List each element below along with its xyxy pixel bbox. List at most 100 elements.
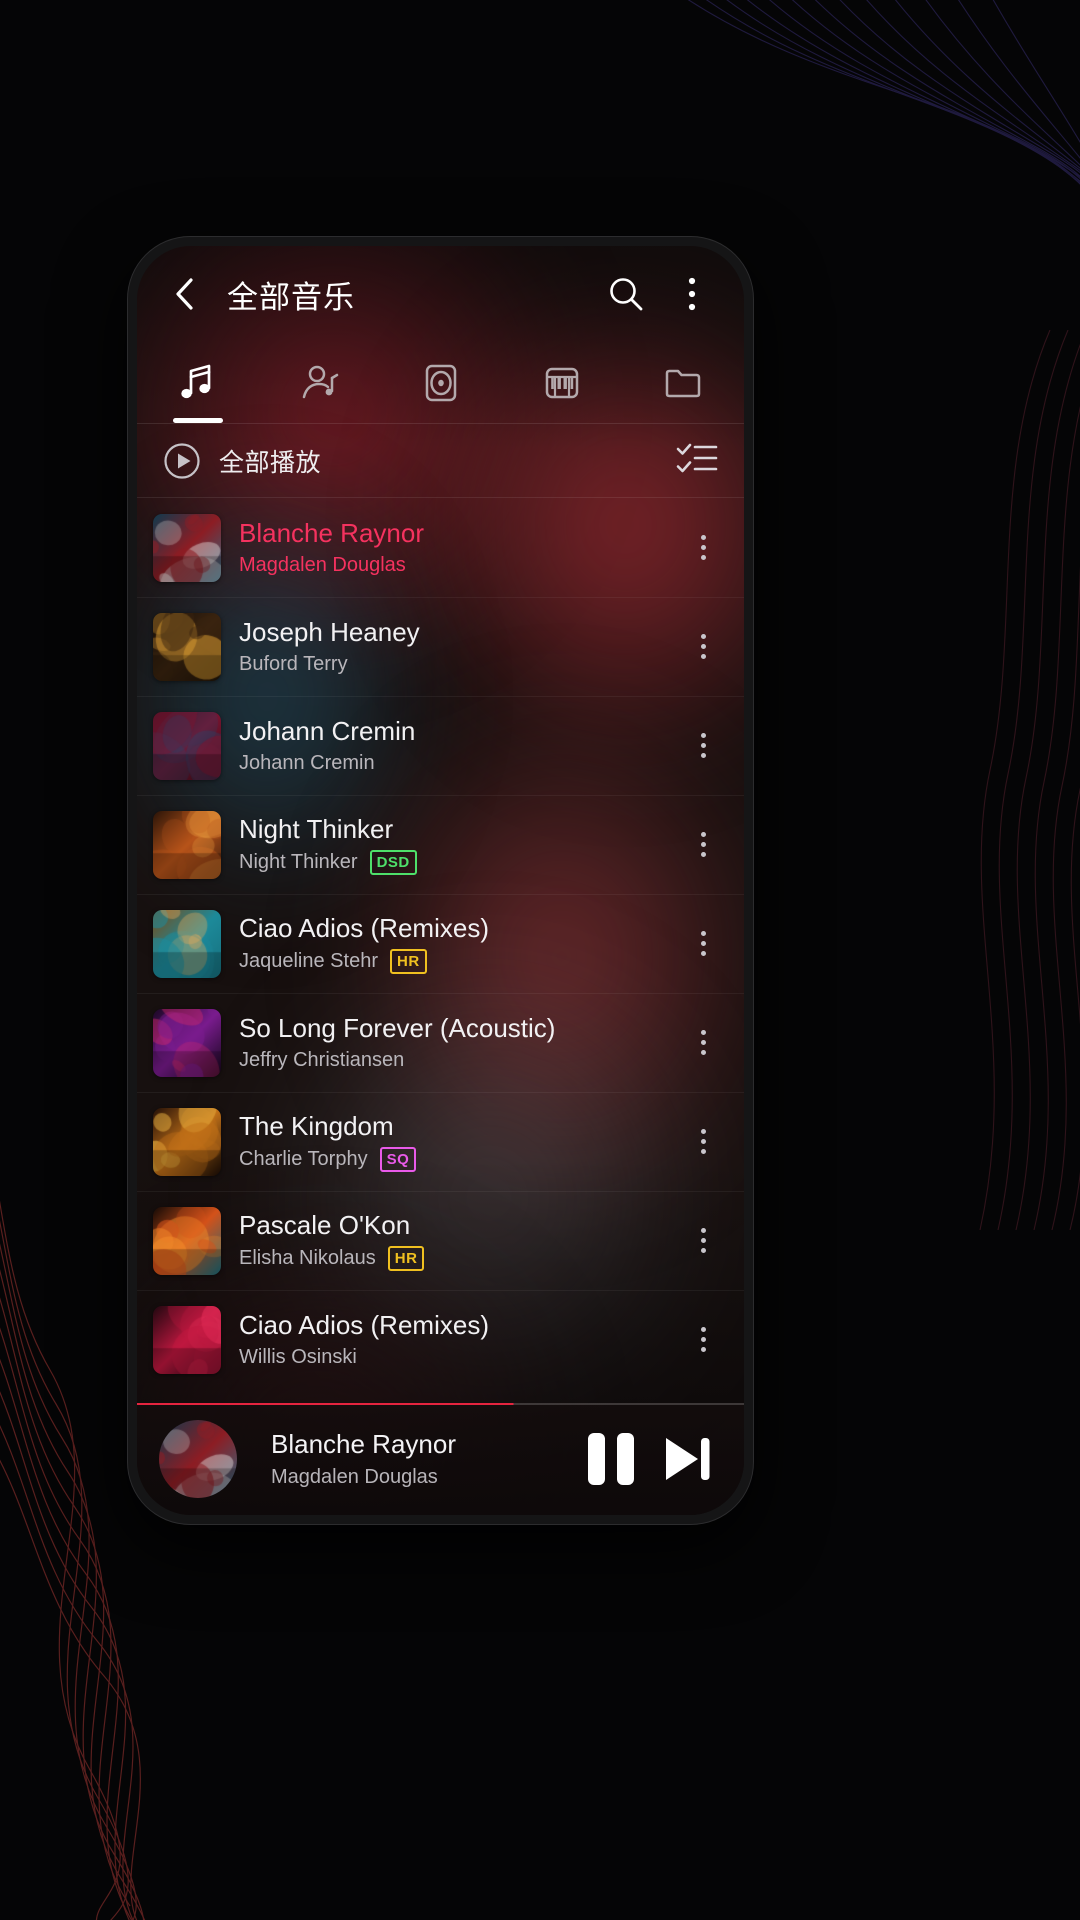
- category-tabs: [137, 342, 744, 424]
- track-meta: Joseph Heaney Buford Terry: [239, 617, 664, 676]
- pause-icon: [588, 1433, 634, 1485]
- track-subline: Jeffry Christiansen: [239, 1049, 664, 1072]
- more-vertical-icon: [700, 535, 706, 540]
- track-artist: Night Thinker: [239, 851, 358, 873]
- quality-badge: DSD: [369, 850, 417, 875]
- more-vertical-icon: [700, 852, 706, 857]
- track-row[interactable]: Johann Cremin Johann Cremin: [137, 696, 744, 795]
- phone-screen: 全部音乐 全部播放 Blanche Raynor Magdalen Dougla…: [137, 246, 744, 1515]
- tab-albums[interactable]: [380, 342, 501, 423]
- page-title: 全部音乐: [227, 279, 355, 315]
- track-row[interactable]: Night Thinker Night Thinker DSD: [137, 795, 744, 894]
- topo-lines-right: [870, 330, 1080, 1230]
- track-title: Ciao Adios (Remixes): [239, 913, 489, 943]
- track-artist: Buford Terry: [239, 653, 348, 675]
- album-disc-icon: [425, 364, 456, 401]
- track-more-button[interactable]: [682, 832, 724, 857]
- play-all-label: 全部播放: [219, 448, 322, 477]
- more-vertical-icon: [688, 277, 696, 311]
- play-circle-icon: [164, 442, 200, 479]
- tab-genres[interactable]: [501, 342, 622, 423]
- track-meta: So Long Forever (Acoustic) Jeffry Christi…: [239, 1013, 664, 1072]
- track-row[interactable]: Ciao Adios (Remixes) Jaqueline Stehr HR: [137, 894, 744, 993]
- track-more-button[interactable]: [682, 1129, 724, 1154]
- tab-artists[interactable]: [258, 342, 379, 423]
- track-subline: Johann Cremin: [239, 752, 664, 775]
- more-vertical-icon: [700, 1238, 706, 1243]
- track-subline: Magdalen Douglas: [239, 554, 664, 577]
- more-vertical-icon: [700, 1050, 706, 1055]
- track-meta: Ciao Adios (Remixes) Willis Osinski: [239, 1310, 664, 1369]
- skip-next-icon: [666, 1438, 710, 1480]
- screenshot-root: 全部音乐 全部播放 Blanche Raynor Magdalen Dougla…: [0, 0, 1080, 1920]
- tab-songs[interactable]: [137, 342, 258, 423]
- track-subline: Willis Osinski: [239, 1346, 664, 1369]
- track-meta: Ciao Adios (Remixes) Jaqueline Stehr HR: [239, 913, 664, 974]
- track-more-button[interactable]: [682, 733, 724, 758]
- track-more-button[interactable]: [682, 1228, 724, 1253]
- track-more-button[interactable]: [682, 1327, 724, 1352]
- track-subline: Buford Terry: [239, 653, 664, 676]
- track-more-button[interactable]: [682, 931, 724, 956]
- album-art: [153, 810, 221, 879]
- tab-active-indicator: [172, 418, 223, 423]
- track-artist: Johann Cremin: [239, 752, 375, 774]
- checklist-icon: [676, 443, 718, 473]
- pause-button[interactable]: [588, 1433, 634, 1485]
- more-vertical-icon: [700, 654, 706, 659]
- track-row[interactable]: So Long Forever (Acoustic) Jeffry Christi…: [137, 993, 744, 1092]
- more-vertical-icon: [700, 1149, 706, 1154]
- track-meta: Night Thinker Night Thinker DSD: [239, 814, 664, 875]
- track-row[interactable]: Blanche Raynor Magdalen Douglas: [137, 498, 744, 597]
- phone-frame: 全部音乐 全部播放 Blanche Raynor Magdalen Dougla…: [128, 237, 753, 1524]
- mini-player[interactable]: Blanche Raynor Magdalen Douglas: [137, 1403, 744, 1515]
- album-art: [153, 1206, 221, 1275]
- album-art: [153, 1008, 221, 1077]
- quality-badge: HR: [387, 1246, 425, 1271]
- play-all-row[interactable]: 全部播放: [137, 424, 744, 498]
- album-art: [153, 513, 221, 582]
- more-vertical-icon: [700, 951, 706, 956]
- track-more-button[interactable]: [682, 634, 724, 659]
- track-title: Pascale O'Kon: [239, 1210, 411, 1240]
- track-subline: Charlie Torphy SQ: [239, 1147, 664, 1172]
- track-row[interactable]: Ciao Adios (Remixes) Willis Osinski: [137, 1290, 744, 1389]
- track-title: Ciao Adios (Remixes): [239, 1310, 489, 1340]
- track-subline: Night Thinker DSD: [239, 850, 664, 875]
- tab-folders[interactable]: [623, 342, 744, 423]
- album-art: [153, 1305, 221, 1374]
- more-vertical-icon: [700, 733, 706, 738]
- app-bar: 全部音乐: [137, 246, 744, 342]
- overflow-menu-button[interactable]: [666, 268, 718, 320]
- more-vertical-icon: [700, 842, 706, 847]
- track-row[interactable]: Pascale O'Kon Elisha Nikolaus HR: [137, 1191, 744, 1290]
- album-art: [153, 909, 221, 978]
- more-vertical-icon: [700, 634, 706, 639]
- track-artist: Jeffry Christiansen: [239, 1049, 405, 1071]
- track-more-button[interactable]: [682, 535, 724, 560]
- search-icon: [610, 278, 643, 311]
- track-row[interactable]: The Kingdom Charlie Torphy SQ: [137, 1092, 744, 1191]
- track-subline: Jaqueline Stehr HR: [239, 949, 664, 974]
- search-button[interactable]: [600, 268, 652, 320]
- more-vertical-icon: [700, 545, 706, 550]
- track-row[interactable]: Joseph Heaney Buford Terry: [137, 597, 744, 696]
- folder-icon: [666, 369, 701, 397]
- chevron-left-icon: [176, 278, 193, 310]
- back-button[interactable]: [159, 268, 211, 320]
- more-vertical-icon: [700, 1228, 706, 1233]
- track-meta: Pascale O'Kon Elisha Nikolaus HR: [239, 1210, 664, 1271]
- more-vertical-icon: [700, 1337, 706, 1342]
- more-vertical-icon: [700, 555, 706, 560]
- more-vertical-icon: [700, 644, 706, 649]
- more-vertical-icon: [700, 1030, 706, 1035]
- track-more-button[interactable]: [682, 1030, 724, 1055]
- quality-badge: SQ: [379, 1147, 417, 1172]
- track-list: Blanche Raynor Magdalen Douglas Joseph Hea…: [137, 498, 744, 1389]
- next-button[interactable]: [660, 1433, 714, 1485]
- album-art: [153, 711, 221, 780]
- multiselect-button[interactable]: [676, 441, 718, 480]
- now-playing-avatar[interactable]: [159, 1420, 237, 1498]
- track-title: Johann Cremin: [239, 716, 416, 746]
- more-vertical-icon: [700, 753, 706, 758]
